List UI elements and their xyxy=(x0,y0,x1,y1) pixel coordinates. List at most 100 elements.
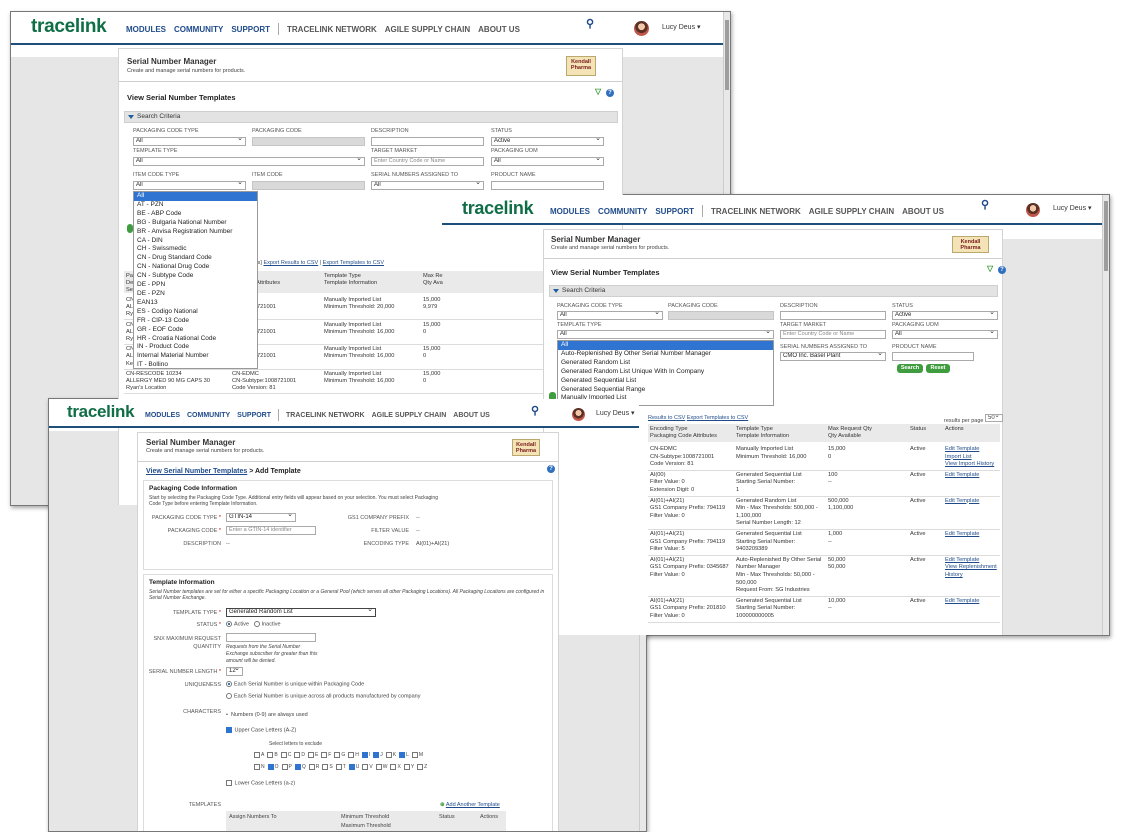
nav-modules[interactable]: MODULES xyxy=(145,412,180,419)
action-link[interactable]: History xyxy=(945,572,963,579)
item-code-type-dropdown[interactable]: All AT - PZN BE - ABP Code BG - Bulgaria Na… xyxy=(133,191,258,369)
letter-checkbox-L[interactable]: L xyxy=(399,752,409,758)
checkbox-icon[interactable] xyxy=(280,752,287,758)
input-description[interactable] xyxy=(371,137,484,146)
input-product-name[interactable] xyxy=(892,352,974,361)
checkbox-icon[interactable] xyxy=(254,752,260,758)
checkbox-icon[interactable] xyxy=(322,764,329,770)
select-results-per-page[interactable]: 50 xyxy=(984,414,1003,422)
export-templates-link[interactable]: Export Templates to CSV xyxy=(687,415,748,421)
tracelink-logo[interactable]: tracelink xyxy=(462,198,534,219)
select-packaging-code-type[interactable]: All xyxy=(557,311,663,320)
dropdown-option[interactable]: CN - Drug Standard Code xyxy=(134,254,257,263)
action-link[interactable]: View Import History xyxy=(945,461,994,468)
dropdown-option[interactable]: All xyxy=(134,192,257,201)
letter-checkbox-K[interactable]: K xyxy=(385,752,396,758)
letter-checkbox-V[interactable]: V xyxy=(362,764,373,770)
checkbox-icon[interactable] xyxy=(348,752,355,758)
nav-agile[interactable]: AGILE SUPPLY CHAIN xyxy=(809,207,894,216)
user-menu[interactable]: Lucy Deus ▾ xyxy=(596,409,635,417)
nav-modules[interactable]: MODULES xyxy=(126,25,166,34)
dropdown-option[interactable]: EAN13 xyxy=(134,299,257,308)
export-templates-link[interactable]: Export Templates to CSV xyxy=(323,260,384,266)
avatar[interactable] xyxy=(1026,203,1040,217)
radio-uniq-1[interactable] xyxy=(226,681,232,687)
checkbox-icon[interactable] xyxy=(399,752,406,758)
input-target-market[interactable]: Enter Country Code or Name xyxy=(371,157,484,166)
upper-case-option[interactable]: Upper Case Letters (A-Z) xyxy=(226,727,296,733)
action-link[interactable]: Edit Template xyxy=(945,498,979,505)
dropdown-option[interactable]: IT - Bollino xyxy=(134,361,257,368)
checkbox-icon[interactable] xyxy=(411,752,418,758)
avatar[interactable] xyxy=(634,21,649,36)
letter-checkbox-F[interactable]: F xyxy=(321,752,331,758)
nav-community[interactable]: COMMUNITY xyxy=(174,25,223,34)
help-icon[interactable]: ? xyxy=(606,89,614,97)
nav-about[interactable]: ABOUT US xyxy=(902,207,944,216)
select-packaging-code-type[interactable]: All xyxy=(133,137,246,146)
checkbox-icon[interactable] xyxy=(281,764,288,770)
letter-checkbox-Y[interactable]: Y xyxy=(403,764,414,770)
action-link[interactable]: Edit Template xyxy=(945,446,979,453)
nav-community[interactable]: COMMUNITY xyxy=(187,412,230,419)
radio-inactive[interactable] xyxy=(253,621,260,627)
nav-network[interactable]: TRACELINK NETWORK xyxy=(711,207,801,216)
nav-network[interactable]: TRACELINK NETWORK xyxy=(286,412,365,419)
uniq-option-2[interactable]: Each Serial Number is unique across all … xyxy=(226,693,420,699)
add-another-template[interactable]: ⊕ Add Another Template xyxy=(440,802,500,808)
dropdown-option[interactable]: GR - EOF Code xyxy=(134,326,257,335)
action-link[interactable]: Edit Template xyxy=(945,557,979,564)
checkbox-icon[interactable] xyxy=(375,764,382,770)
dropdown-option[interactable]: CN - National Drug Code xyxy=(134,263,257,272)
dropdown-option[interactable]: IN - Product Code xyxy=(134,343,257,352)
action-link[interactable]: Edit Template xyxy=(945,531,979,538)
lower-case-option[interactable]: Lower Case Letters (a-z) xyxy=(226,780,295,786)
search-icon[interactable]: ⚲ xyxy=(981,198,989,211)
checkbox-icon[interactable] xyxy=(335,764,342,770)
letter-checkbox-D[interactable]: D xyxy=(294,752,305,758)
dropdown-option[interactable]: BR - Anvisa Registration Number xyxy=(134,228,257,237)
select-serial-length[interactable]: 12 xyxy=(226,667,243,676)
letter-checkbox-H[interactable]: H xyxy=(348,752,359,758)
checkbox-icon[interactable] xyxy=(294,752,301,758)
select-serial-assigned[interactable]: CMO Inc. Basel Plant xyxy=(780,352,886,361)
checkbox-icon[interactable] xyxy=(308,764,315,770)
letter-checkbox-B[interactable]: B xyxy=(267,752,278,758)
nav-support[interactable]: SUPPORT xyxy=(231,25,270,34)
letter-checkbox-X[interactable]: X xyxy=(390,764,401,770)
action-link[interactable]: Edit Template xyxy=(945,472,979,479)
radio-active[interactable] xyxy=(226,621,232,627)
search-criteria-toggle[interactable]: Search Criteria xyxy=(124,111,618,123)
select-status[interactable]: Active xyxy=(491,137,604,146)
checkbox-icon[interactable] xyxy=(334,752,341,758)
template-type-dropdown[interactable]: All Auto-Replenished By Other Serial Numb… xyxy=(557,340,774,406)
user-menu[interactable]: Lucy Deus ▾ xyxy=(662,23,701,31)
checkbox-icon[interactable] xyxy=(307,752,314,758)
action-link[interactable]: View Replenishment xyxy=(945,564,997,571)
letter-checkbox-N[interactable]: N xyxy=(254,764,265,770)
input-product-name[interactable] xyxy=(491,181,604,190)
letter-checkbox-C[interactable]: C xyxy=(280,752,291,758)
radio-uniq-2[interactable] xyxy=(226,693,232,699)
dropdown-option[interactable]: FR - CIP-13 Code xyxy=(134,317,257,326)
search-icon[interactable]: ⚲ xyxy=(586,17,594,30)
tracelink-logo[interactable]: tracelink xyxy=(67,402,135,422)
letter-checkbox-J[interactable]: J xyxy=(373,752,383,758)
checkbox-icon[interactable] xyxy=(254,764,260,770)
checkbox-icon[interactable] xyxy=(294,764,301,770)
export-results-link[interactable]: Results to CSV xyxy=(648,415,685,421)
checkbox-icon[interactable] xyxy=(403,764,410,770)
checkbox-icon[interactable] xyxy=(348,764,355,770)
dropdown-option[interactable]: Auto-Replenished By Other Serial Number … xyxy=(558,350,773,359)
dropdown-option[interactable]: Generated Random List xyxy=(558,359,773,368)
avatar[interactable] xyxy=(572,408,585,421)
dropdown-option[interactable]: ES - Codigo National xyxy=(134,308,257,317)
select-packaging-code-type[interactable]: GTIN-14 xyxy=(226,513,296,522)
nav-community[interactable]: COMMUNITY xyxy=(598,207,647,216)
letter-checkbox-E[interactable]: E xyxy=(307,752,318,758)
search-button[interactable]: Search xyxy=(897,364,923,373)
input-snx-max[interactable] xyxy=(226,633,316,642)
select-template-type[interactable]: All xyxy=(133,157,365,166)
input-target-market[interactable]: Enter Country Code or Name xyxy=(780,330,886,339)
nav-agile[interactable]: AGILE SUPPLY CHAIN xyxy=(385,25,470,34)
